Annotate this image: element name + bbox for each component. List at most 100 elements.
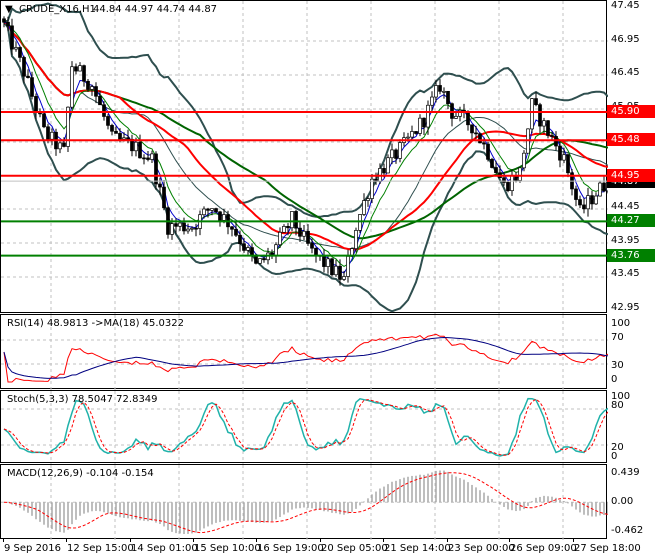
candle xyxy=(202,208,206,216)
candle xyxy=(262,258,266,261)
time-tick xyxy=(509,538,510,542)
candle xyxy=(434,85,438,98)
candle xyxy=(234,228,238,236)
macd-pane[interactable]: MACD(12,26,9) -0.104 -0.154 xyxy=(0,464,608,540)
candle xyxy=(542,120,546,127)
candle xyxy=(142,157,146,160)
candle xyxy=(78,65,82,72)
candle xyxy=(298,227,302,237)
candle xyxy=(442,90,446,93)
price-axis-label: 43.95 xyxy=(611,234,640,246)
level-price-tag: 44.27 xyxy=(607,214,655,228)
candle xyxy=(174,223,178,227)
candle xyxy=(246,247,250,251)
candle xyxy=(358,214,362,231)
bollinger-lower-band xyxy=(3,21,608,313)
level-price-tag: 45.48 xyxy=(607,133,655,147)
time-axis-label: 23 Sep 00:00 xyxy=(448,543,515,554)
ma-medium-line xyxy=(3,21,608,251)
candle xyxy=(502,177,506,183)
symbol-dropdown-icon[interactable]: ▼ xyxy=(5,4,13,15)
rsi-pane[interactable]: RSI(14) 48.9813 ->MA(18) 45.0322 xyxy=(0,314,608,390)
candle xyxy=(74,66,78,72)
candle xyxy=(478,133,482,144)
candle xyxy=(46,126,50,140)
rsi-label: RSI(14) 48.9813 ->MA(18) 45.0322 xyxy=(7,318,184,329)
candle xyxy=(414,131,418,134)
macd-label: MACD(12,26,9) -0.104 -0.154 xyxy=(7,468,154,479)
time-axis-label: 26 Sep 09:00 xyxy=(510,543,577,554)
time-tick xyxy=(320,538,321,542)
candle xyxy=(438,85,442,92)
rsi-axis-100: 100 xyxy=(611,318,631,329)
candle xyxy=(454,115,458,119)
candle xyxy=(150,153,154,160)
candle xyxy=(330,258,334,276)
time-tick xyxy=(3,538,4,542)
price-chart-pane[interactable]: ▼ CRUDE_X16,H1 44.84 44.97 44.74 44.87 xyxy=(0,0,608,314)
level-price-tag: 43.76 xyxy=(607,248,655,262)
candle xyxy=(398,142,402,159)
candle xyxy=(558,145,562,161)
time-tick xyxy=(573,538,574,542)
candle xyxy=(274,244,278,256)
candle xyxy=(94,86,98,97)
price-chart-canvas xyxy=(1,1,608,314)
candle xyxy=(194,227,198,230)
time-tick xyxy=(130,538,131,542)
candle xyxy=(430,96,434,106)
candle xyxy=(602,182,606,192)
candle xyxy=(2,18,6,23)
candle xyxy=(18,47,22,58)
stochastic-pane[interactable]: Stoch(5,3,3) 78.5047 72.8349 xyxy=(0,390,608,464)
candle xyxy=(258,258,262,264)
candle xyxy=(82,65,86,82)
candle xyxy=(106,116,110,126)
candle xyxy=(466,111,470,126)
time-axis-label: 21 Sep 14:00 xyxy=(384,543,451,554)
rsi-axis-70: 70 xyxy=(611,332,624,343)
rsi-axis-0: 0 xyxy=(611,374,618,385)
candle xyxy=(34,96,38,113)
level-price-tag: 45.90 xyxy=(607,105,655,119)
candle xyxy=(214,208,218,213)
candle xyxy=(178,222,182,227)
candle xyxy=(322,255,326,267)
price-axis-label: 46.95 xyxy=(611,33,640,45)
candle xyxy=(294,211,298,229)
time-tick xyxy=(66,538,67,542)
candle xyxy=(250,247,254,257)
candle xyxy=(470,124,474,134)
candle xyxy=(134,141,138,152)
candle xyxy=(334,265,338,276)
time-tick xyxy=(193,538,194,542)
time-tick xyxy=(447,538,448,542)
candle xyxy=(138,141,142,159)
ma-fastest-line xyxy=(3,21,608,274)
candle xyxy=(326,258,330,267)
candle xyxy=(14,47,18,50)
candle xyxy=(42,113,46,128)
candle xyxy=(538,104,542,127)
candle xyxy=(146,157,150,160)
candle xyxy=(254,255,258,264)
price-axis-label: 44.45 xyxy=(611,201,640,213)
candle xyxy=(522,152,526,169)
time-axis-label: 27 Sep 18:00 xyxy=(574,543,641,554)
candle xyxy=(6,21,10,27)
candle xyxy=(86,80,90,90)
candle xyxy=(126,137,130,140)
chart-symbol: CRUDE_X16,H1 xyxy=(19,4,96,15)
candle xyxy=(190,227,194,230)
candle xyxy=(70,66,74,108)
candle xyxy=(490,158,494,168)
candle xyxy=(422,117,426,128)
bollinger-upper-band xyxy=(3,2,608,218)
time-tick xyxy=(383,538,384,542)
time-axis-label: 20 Sep 05:00 xyxy=(321,543,388,554)
price-axis-label: 46.45 xyxy=(611,67,640,79)
candle xyxy=(162,186,166,209)
candle xyxy=(242,243,246,251)
candle xyxy=(30,77,34,97)
candle xyxy=(90,86,94,90)
